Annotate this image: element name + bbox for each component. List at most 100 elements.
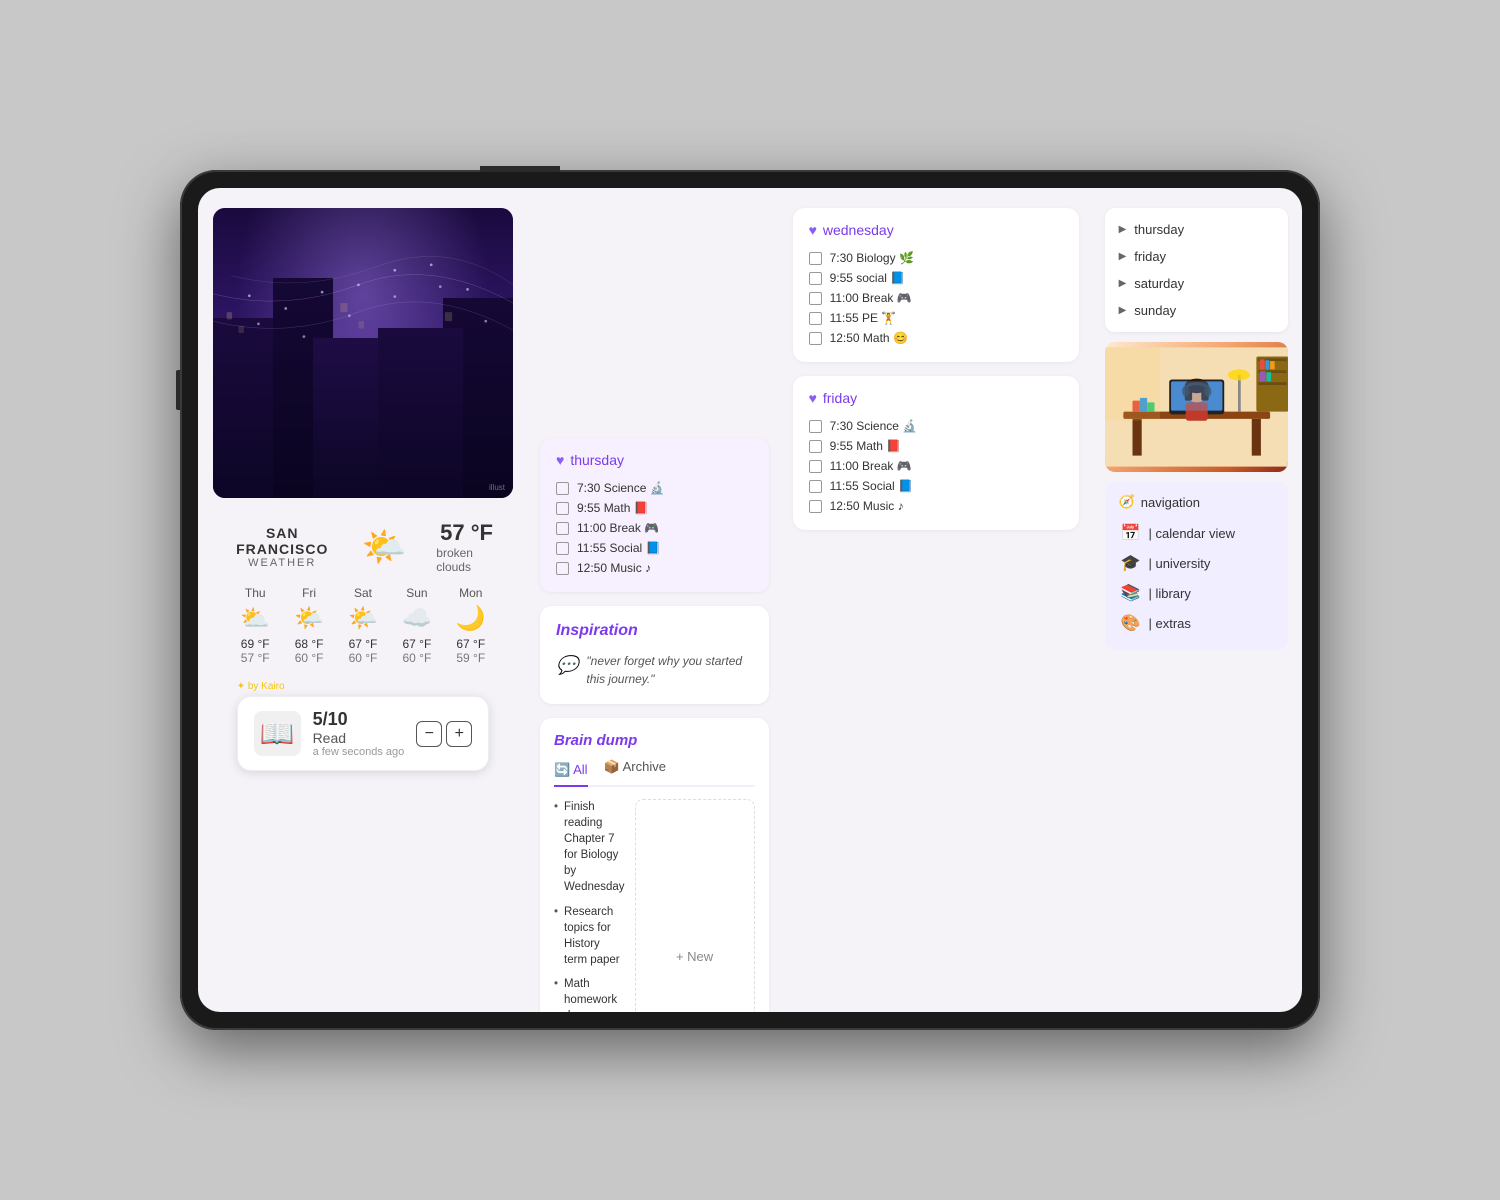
wednesday-header: ♥ wednesday	[809, 222, 1063, 238]
main-grid: illust SAN FRANCISCO WEATHER 🌤️ 57 °F br…	[198, 188, 1302, 1012]
checkbox-f4[interactable]	[809, 480, 822, 493]
nav-extras-link[interactable]: 🎨 | extras	[1119, 608, 1274, 638]
nav-saturday[interactable]: ▶ saturday	[1105, 270, 1288, 297]
university-icon: 🎓	[1121, 553, 1141, 573]
brain-dump-card: Brain dump 🔄 All 📦 Archive • Finish read…	[540, 718, 769, 1012]
friday-header: ♥ friday	[809, 390, 1063, 406]
schedule-item: 11:55 Social 📘	[809, 476, 1063, 496]
checkbox-f1[interactable]	[809, 420, 822, 433]
wednesday-card: ♥ wednesday 7:30 Biology 🌿 9:55 social 📘…	[793, 208, 1079, 362]
nav-section-icon: 🧭	[1119, 494, 1135, 510]
day-nav-list: ▶ thursday ▶ friday ▶ saturday ▶ sunday	[1105, 208, 1288, 332]
schedule-item: 11:00 Break 🎮	[809, 456, 1063, 476]
widget-action: Read	[313, 730, 405, 746]
note-item-1: • Finish reading Chapter 7 for Biology b…	[554, 799, 625, 896]
nav-section-title: 🧭 navigation	[1119, 494, 1274, 510]
checkbox-t5[interactable]	[556, 562, 569, 575]
widget-decrement-button[interactable]: −	[416, 721, 442, 747]
checkbox-t4[interactable]	[556, 542, 569, 555]
weather-location: SAN FRANCISCO WEATHER	[233, 525, 331, 569]
schedule-item: 11:00 Break 🎮	[809, 288, 1063, 308]
nav-arrow-icon: ▶	[1119, 305, 1127, 316]
widget-increment-button[interactable]: +	[446, 721, 472, 747]
ipad-screen: illust SAN FRANCISCO WEATHER 🌤️ 57 °F br…	[198, 188, 1302, 1012]
schedule-item: 7:30 Science 🔬	[556, 478, 753, 498]
note-item-2: • Research topics for History term paper	[554, 904, 625, 968]
schedule-item: 7:30 Science 🔬	[809, 416, 1063, 436]
hero-image: illust	[213, 208, 513, 498]
right-column: ▶ thursday ▶ friday ▶ saturday ▶ sunday	[1091, 188, 1302, 1012]
thursday-header: ♥ thursday	[556, 452, 753, 468]
schedule-item: 9:55 Math 📕	[556, 498, 753, 518]
schedule-item: 9:55 Math 📕	[809, 436, 1063, 456]
brain-tab-archive[interactable]: 📦 Archive	[604, 759, 666, 779]
checkbox-t2[interactable]	[556, 502, 569, 515]
weather-forecast: Thu ⛅ 69 °F 57 °F Fri 🌤️ 68 °F	[240, 586, 485, 665]
library-icon: 📚	[1121, 583, 1141, 603]
reading-widget: ✦ by Kairo 📖 5/10 Read a few seconds ago…	[237, 681, 490, 771]
checkbox-2[interactable]	[809, 272, 822, 285]
brain-dump-content: • Finish reading Chapter 7 for Biology b…	[554, 799, 755, 1012]
widget-card[interactable]: 📖 5/10 Read a few seconds ago − +	[237, 696, 490, 771]
calendar-icon: 📅	[1121, 523, 1141, 543]
nav-arrow-icon: ▶	[1119, 224, 1127, 235]
extras-icon: 🎨	[1121, 613, 1141, 633]
forecast-thu: Thu ⛅ 69 °F 57 °F	[240, 586, 270, 665]
friday-heart-icon: ♥	[809, 390, 817, 406]
nav-library-link[interactable]: 📚 | library	[1119, 578, 1274, 608]
schedule-item: 11:00 Break 🎮	[556, 518, 753, 538]
nav-calendar-link[interactable]: 📅 | calendar view	[1119, 518, 1274, 548]
middle-column: ♥ wednesday 7:30 Biology 🌿 9:55 social 📘…	[781, 188, 1091, 1012]
note-item-3: • Math homework due on Friday, start it …	[554, 976, 625, 1012]
checkbox-1[interactable]	[809, 252, 822, 265]
checkbox-f2[interactable]	[809, 440, 822, 453]
nav-friday[interactable]: ▶ friday	[1105, 243, 1288, 270]
image-credit: illust	[489, 483, 505, 492]
schedule-item: 12:50 Music ♪	[556, 558, 753, 578]
weather-temp: 57 °F	[440, 520, 493, 546]
schedule-item: 7:30 Biology 🌿	[809, 248, 1063, 268]
checkbox-f3[interactable]	[809, 460, 822, 473]
nav-sunday[interactable]: ▶ sunday	[1105, 297, 1288, 324]
checkbox-3[interactable]	[809, 292, 822, 305]
quote-text: "never forget why you started this journ…	[586, 652, 752, 688]
mid-lower: ♥ thursday 7:30 Science 🔬 9:55 Math 📕 11…	[528, 418, 781, 1012]
nav-arrow-icon: ▶	[1119, 251, 1127, 262]
nav-thursday[interactable]: ▶ thursday	[1105, 216, 1288, 243]
inspiration-card: Inspiration 💬 "never forget why you star…	[540, 606, 769, 704]
schedule-item: 12:50 Math 😊	[809, 328, 1063, 348]
schedule-item: 9:55 social 📘	[809, 268, 1063, 288]
nav-university-link[interactable]: 🎓 | university	[1119, 548, 1274, 578]
schedule-item: 12:50 Music ♪	[809, 496, 1063, 516]
left-column: illust SAN FRANCISCO WEATHER 🌤️ 57 °F br…	[198, 188, 528, 1012]
widget-controls: − +	[416, 721, 472, 747]
checkbox-5[interactable]	[809, 332, 822, 345]
schedule-item: 11:55 Social 📘	[556, 538, 753, 558]
forecast-mon: Mon 🌙 67 °F 59 °F	[456, 586, 486, 665]
brain-dump-title: Brain dump	[554, 732, 755, 749]
checkbox-t1[interactable]	[556, 482, 569, 495]
wednesday-title: wednesday	[823, 222, 894, 238]
widget-by-label: ✦ by Kairo	[237, 681, 490, 692]
weather-desc: broken clouds	[436, 546, 493, 574]
volume-button	[176, 370, 180, 410]
thursday-title: thursday	[570, 452, 624, 468]
weather-icon-main: 🌤️	[361, 526, 406, 568]
forecast-fri: Fri 🌤️ 68 °F 60 °F	[294, 586, 324, 665]
brain-new-area[interactable]: + New	[635, 799, 755, 1012]
nav-arrow-icon: ▶	[1119, 278, 1127, 289]
weather-section: SAN FRANCISCO WEATHER 🌤️ 57 °F broken cl…	[213, 510, 513, 781]
person-image	[1105, 342, 1288, 472]
forecast-sat: Sat 🌤️ 67 °F 60 °F	[348, 586, 378, 665]
weather-city: SAN FRANCISCO	[233, 525, 331, 557]
weather-temp-main: 57 °F broken clouds	[436, 520, 493, 574]
friday-card: ♥ friday 7:30 Science 🔬 9:55 Math 📕 11:0…	[793, 376, 1079, 530]
checkbox-t3[interactable]	[556, 522, 569, 535]
brain-tab-all[interactable]: 🔄 All	[554, 759, 588, 787]
forecast-sun: Sun ☁️ 67 °F 60 °F	[402, 586, 432, 665]
checkbox-4[interactable]	[809, 312, 822, 325]
ipad-frame: illust SAN FRANCISCO WEATHER 🌤️ 57 °F br…	[180, 170, 1320, 1030]
nav-section: 🧭 navigation 📅 | calendar view 🎓 | unive…	[1105, 482, 1288, 650]
checkbox-f5[interactable]	[809, 500, 822, 513]
widget-time: a few seconds ago	[313, 746, 405, 758]
